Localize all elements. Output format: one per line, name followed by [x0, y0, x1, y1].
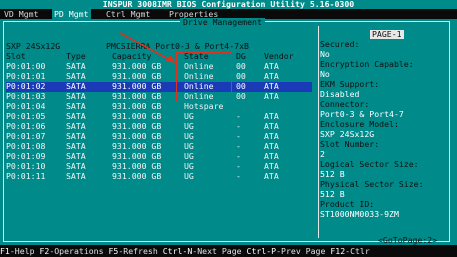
annotation-arrow	[119, 32, 176, 63]
